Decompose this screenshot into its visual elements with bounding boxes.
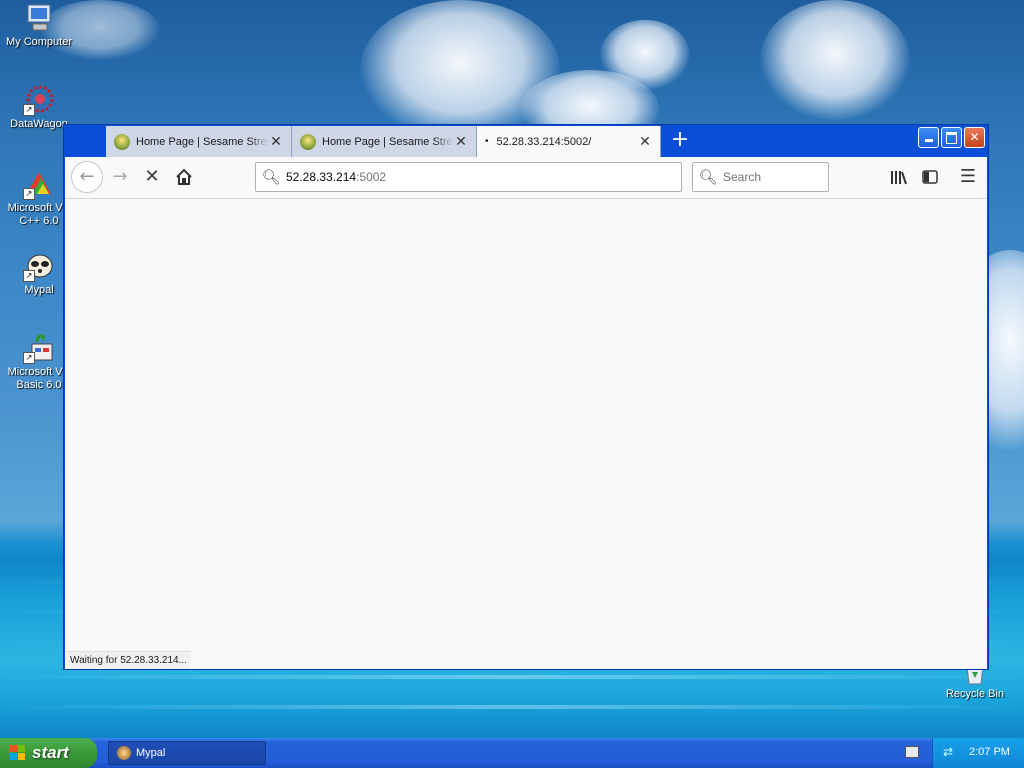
shortcut-arrow-icon: ↗	[23, 270, 35, 282]
start-button[interactable]: start	[0, 738, 97, 768]
loading-dot-icon: •	[485, 136, 489, 147]
status-bar: Waiting for 52.28.33.214...	[66, 651, 191, 669]
desktop-icon-recycle-bin[interactable]: Recycle Bin	[936, 665, 1014, 701]
library-button[interactable]	[883, 162, 913, 192]
shortcut-arrow-icon: ↗	[23, 188, 35, 200]
taskbar: start Mypal ⇄ 2:07 PM	[0, 738, 1024, 768]
tab-title: Home Page | Sesame Street	[136, 135, 269, 148]
library-icon	[891, 171, 907, 185]
minimize-button[interactable]	[918, 127, 939, 148]
taskbar-item-label: Mypal	[136, 747, 166, 759]
wave-decoration	[0, 675, 1024, 679]
browser-window: Home Page | Sesame Street ✕ Home Page | …	[63, 124, 989, 670]
keyboard-icon[interactable]	[905, 746, 919, 758]
navigation-toolbar: ← → ✕ 🔍︎ 52.28.33.214:5002 🔍︎ Search ☰	[65, 157, 987, 199]
forward-arrow-icon: →	[112, 166, 128, 187]
tab-title: Home Page | Sesame Street	[322, 135, 454, 148]
cloud-decoration	[600, 20, 690, 90]
datawagon-icon: ↗	[23, 84, 55, 116]
my-computer-icon	[23, 2, 55, 34]
maximize-icon	[946, 132, 957, 144]
menu-button[interactable]: ☰	[953, 162, 983, 192]
mypal-icon	[117, 746, 131, 760]
desktop-icon-my-computer[interactable]: My Computer	[0, 2, 78, 49]
tab-active-loading[interactable]: • 52.28.33.214:5002/ ✕	[477, 126, 661, 157]
tab-strip: Home Page | Sesame Street ✕ Home Page | …	[64, 125, 988, 157]
desktop-icon-label: My Computer	[5, 36, 73, 48]
home-icon	[176, 168, 192, 185]
close-window-button[interactable]: ✕	[964, 127, 985, 148]
search-input[interactable]: 🔍︎ Search	[692, 162, 829, 192]
taskbar-item-mypal[interactable]: Mypal	[108, 741, 266, 765]
tab-close-icon[interactable]: ✕	[638, 133, 652, 150]
system-tray: ⇄ 2:07 PM	[932, 738, 1024, 768]
sesame-street-favicon-icon	[114, 133, 130, 150]
url-host: 52.28.33.214	[286, 170, 357, 184]
tab-sesame-street-2[interactable]: Home Page | Sesame Street ✕	[292, 126, 477, 157]
tab-sesame-street-1[interactable]: Home Page | Sesame Street ✕	[106, 126, 292, 157]
visual-cpp-icon: ↗	[23, 168, 55, 200]
shortcut-arrow-icon: ↗	[23, 352, 35, 364]
search-icon: 🔍︎	[698, 169, 718, 186]
tab-close-icon[interactable]: ✕	[454, 133, 468, 150]
home-button[interactable]	[169, 162, 199, 192]
back-arrow-icon: ←	[79, 166, 95, 187]
mypal-icon: ↗	[23, 250, 55, 282]
stop-x-icon: ✕	[144, 166, 160, 187]
shortcut-arrow-icon: ↗	[23, 104, 35, 116]
hamburger-menu-icon: ☰	[959, 166, 977, 187]
network-icon[interactable]: ⇄	[943, 745, 957, 759]
wave-decoration	[0, 705, 1024, 709]
windows-flag-icon	[10, 745, 26, 761]
clock[interactable]: 2:07 PM	[969, 746, 1010, 758]
tab-title: 52.28.33.214:5002/	[496, 135, 592, 148]
cloud-decoration	[760, 0, 910, 120]
sesame-street-favicon-icon	[300, 133, 316, 150]
forward-button[interactable]: →	[105, 162, 135, 192]
url-port: :5002	[356, 170, 387, 184]
stop-button[interactable]: ✕	[137, 162, 167, 192]
minimize-icon	[924, 139, 933, 142]
visual-basic-icon: ↗	[23, 332, 55, 364]
start-label: start	[32, 743, 69, 762]
search-placeholder: Search	[723, 170, 762, 184]
tab-close-icon[interactable]: ✕	[269, 133, 283, 150]
maximize-button[interactable]	[941, 127, 962, 148]
back-button[interactable]: ←	[71, 161, 103, 193]
sidebar-icon	[922, 170, 938, 184]
sidebar-button[interactable]	[915, 162, 945, 192]
url-bar[interactable]: 🔍︎ 52.28.33.214:5002	[255, 162, 682, 192]
search-icon: 🔍︎	[261, 169, 281, 186]
desktop-icon-label: Recycle Bin	[945, 688, 1005, 700]
page-content[interactable]: Waiting for 52.28.33.214...	[65, 199, 987, 669]
new-tab-button[interactable]: +	[668, 129, 692, 153]
